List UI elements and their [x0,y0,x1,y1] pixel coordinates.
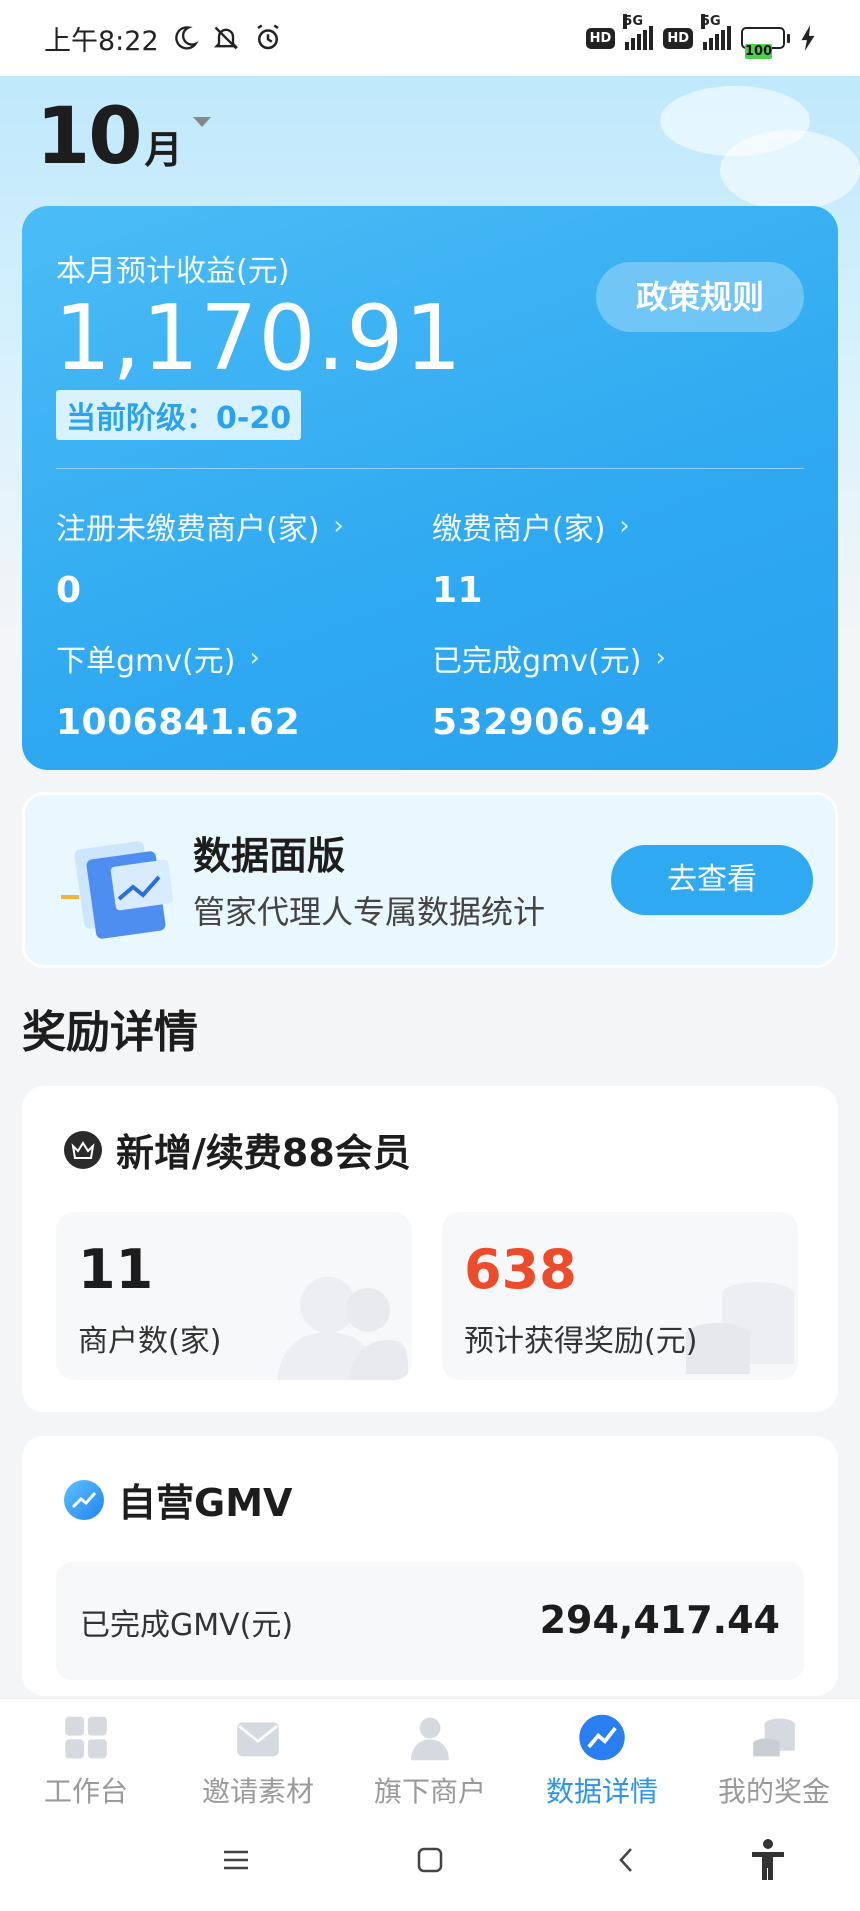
tab-label: 旗下商户 [373,1775,486,1808]
chevron-right-icon: › [655,643,666,673]
charging-icon [801,25,815,51]
tab-data-details[interactable]: 数据详情 [516,1699,688,1810]
stat-label: 下单gmv(元) [56,644,236,679]
status-bar: 上午8:22 HD 5G HD 5G 100 [0,0,860,76]
earnings-label: 本月预计收益(元) [56,254,290,289]
stat-value: 11 [432,570,484,611]
trend-up-icon [64,1479,104,1520]
data-panel-subtitle: 管家代理人专属数据统计 [193,893,546,931]
reward-amount-label: 预计获得奖励(元) [464,1324,698,1359]
card-title: 新增/续费88会员 [116,1131,411,1175]
network-type: 5G [701,14,721,29]
home-icon[interactable] [408,1838,452,1882]
data-panel-title: 数据面版 [193,834,346,878]
merchant-count-value: 11 [78,1238,154,1301]
stat-order-gmv[interactable]: 下单gmv(元) › 1006841.62 [56,636,300,743]
tab-label: 数据详情 [545,1775,658,1808]
grid-icon [65,1716,107,1759]
moon-icon [174,26,199,50]
trend-icon [579,1714,625,1761]
people-icon [278,1277,408,1380]
month-unit: 月 [144,128,183,172]
membership-reward-card: 新增/续费88会员 11 商户数(家) 638 预计获得奖励(元) [22,1086,838,1412]
reward-amount-box: 638 预计获得奖励(元) [442,1212,798,1380]
hd-badge: HD [663,27,693,49]
merchant-count-label: 商户数(家) [78,1324,222,1359]
menu-icon[interactable] [214,1838,258,1882]
stat-unpaid-merchants[interactable]: 注册未缴费商户(家) › 0 [56,504,344,611]
month-number: 10 [36,92,143,182]
stat-label: 注册未缴费商户(家) [56,512,320,547]
divider [56,468,804,469]
battery-level: 100 [745,44,773,59]
tab-label: 邀请素材 [201,1775,314,1808]
signal-icon: 5G [701,14,731,50]
coins-icon [753,1718,795,1757]
stat-value: 1006841.62 [56,702,301,743]
section-title: 奖励详情 [22,1007,198,1058]
card-title: 自营GMV [118,1481,293,1525]
stat-value: 532906.94 [432,702,651,743]
chevron-right-icon: › [333,511,344,541]
stat-label: 已完成gmv(元) [432,644,642,679]
cloud-decoration [720,130,860,210]
tier-badge: 当前阶级：0-20 [56,390,302,440]
accessibility-icon[interactable] [746,1838,790,1882]
network-type: 5G [623,14,644,29]
tab-merchants[interactable]: 旗下商户 [344,1699,516,1810]
earnings-card: 本月预计收益(元) 1,170.91 当前阶级：0-20 政策规则 注册未缴费商… [22,206,838,770]
self-gmv-card: 自营GMV 已完成GMV(元) 294,417.44 [22,1436,838,1696]
mute-bell-icon [213,26,238,50]
battery-icon: 100 [741,27,790,59]
alarm-icon [256,24,279,50]
chevron-right-icon: › [619,511,630,541]
stat-label: 缴费商户(家) [432,512,606,547]
month-selector[interactable]: 10 月 [36,92,211,182]
hd-badge: HD [585,27,616,49]
person-icon [411,1717,449,1761]
envelope-icon [237,1722,279,1757]
system-nav-bar [0,1810,860,1911]
clock-time: 上午8:22 [44,25,159,57]
chevron-right-icon: › [249,643,260,673]
stat-paid-merchants[interactable]: 缴费商户(家) › 11 [432,504,630,611]
view-button[interactable]: 去查看 [611,845,813,915]
back-icon[interactable] [604,1838,648,1882]
completed-gmv-row: 已完成GMV(元) 294,417.44 [56,1562,804,1680]
stat-value: 0 [56,570,82,611]
card-header: 新增/续费88会员 [64,1122,411,1177]
tab-invite-materials[interactable]: 邀请素材 [172,1699,344,1810]
completed-gmv-value: 294,417.44 [539,1598,780,1642]
tab-my-bonus[interactable]: 我的奖金 [688,1699,860,1810]
data-panel-card[interactable]: 数据面版 管家代理人专属数据统计 去查看 [22,792,838,968]
crown-icon [64,1130,102,1169]
stat-completed-gmv[interactable]: 已完成gmv(元) › 532906.94 [432,636,666,743]
status-right: HD 5G HD 5G 100 [585,14,816,59]
signal-icon: 5G [623,14,654,50]
bottom-tab-bar: 工作台 邀请素材 旗下商户 数据详情 我的奖金 [0,1698,860,1810]
app-page: 上午8:22 HD 5G HD 5G 100 10 月 本月预计收益(元) 1,… [0,0,860,1911]
earnings-amount: 1,170.91 [54,286,463,391]
reward-amount-value: 638 [464,1238,577,1301]
tab-label: 我的奖金 [717,1775,830,1808]
merchant-count-box: 11 商户数(家) [56,1212,412,1380]
policy-rules-button[interactable]: 政策规则 [596,262,804,332]
card-header: 自营GMV [64,1472,292,1527]
completed-gmv-label: 已完成GMV(元) [80,1608,294,1643]
status-left: 上午8:22 [44,19,283,58]
tab-workbench[interactable]: 工作台 [0,1699,172,1810]
caret-down-icon [192,117,211,127]
tab-label: 工作台 [43,1775,128,1808]
data-chart-illustration [61,841,174,939]
